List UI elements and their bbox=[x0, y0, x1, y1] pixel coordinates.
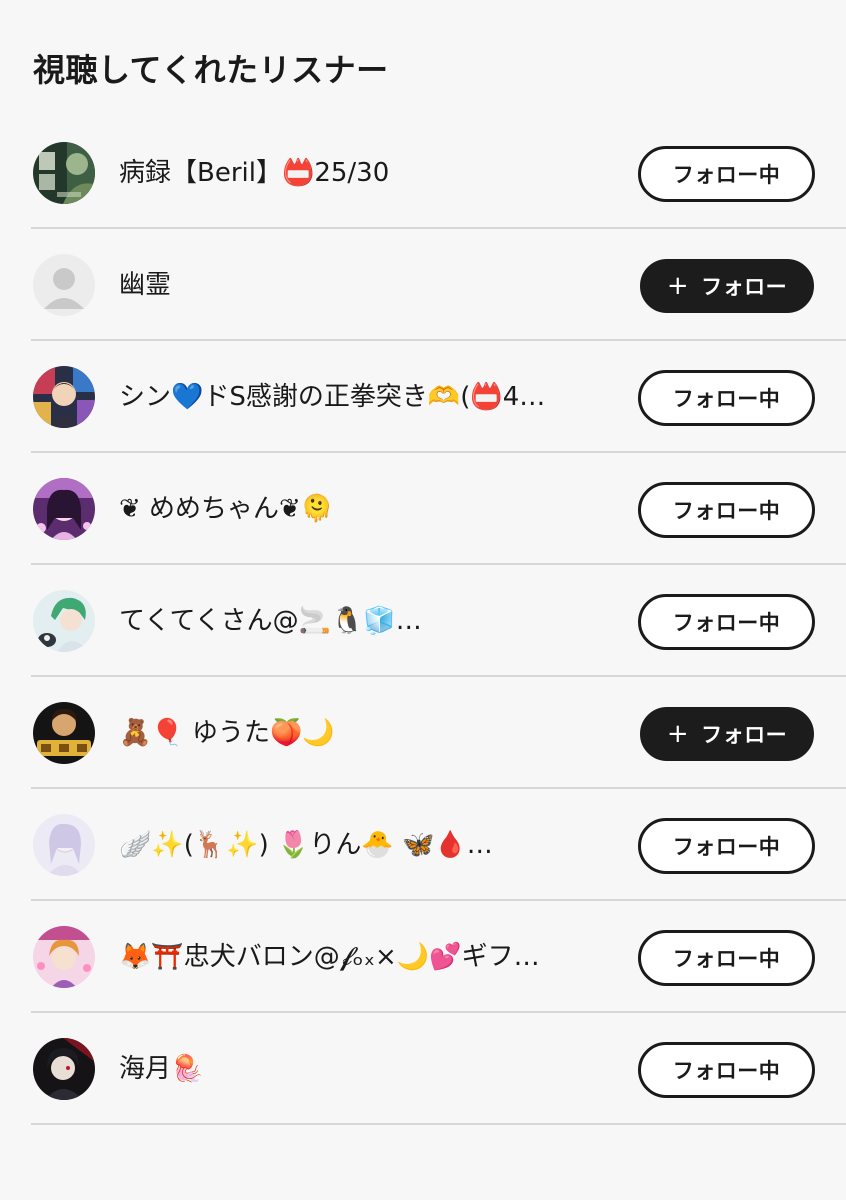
listener-name[interactable]: シン💙ドS感謝の正拳突き🫶(📛4… bbox=[119, 377, 594, 417]
listener-name[interactable]: 病録【Beril】📛25/30 bbox=[119, 153, 594, 193]
following-button-label: フォロー中 bbox=[672, 835, 781, 859]
listener-row[interactable]: 海月🪼 フォロー中 bbox=[31, 1013, 846, 1125]
following-button[interactable]: フォロー中 bbox=[638, 370, 815, 426]
listener-row[interactable]: ❦ めめちゃん❦🫠 フォロー中 bbox=[31, 453, 846, 565]
following-button[interactable]: フォロー中 bbox=[638, 930, 815, 986]
avatar[interactable] bbox=[33, 478, 95, 540]
follow-button[interactable]: + フォロー bbox=[640, 707, 814, 761]
plus-icon: + bbox=[666, 719, 690, 749]
default-person-icon bbox=[33, 254, 95, 316]
following-button-label: フォロー中 bbox=[672, 611, 781, 635]
following-button[interactable]: フォロー中 bbox=[638, 1042, 815, 1098]
avatar[interactable] bbox=[33, 590, 95, 652]
avatar[interactable] bbox=[33, 254, 95, 316]
listener-row[interactable]: てくてくさん@🚬🐧🧊… フォロー中 bbox=[31, 565, 846, 677]
page-title: 視聴してくれたリスナー bbox=[33, 51, 389, 89]
following-button[interactable]: フォロー中 bbox=[638, 594, 815, 650]
following-button[interactable]: フォロー中 bbox=[638, 146, 815, 202]
following-button-label: フォロー中 bbox=[672, 163, 781, 187]
avatar[interactable] bbox=[33, 1038, 95, 1100]
listener-list-screen: 視聴してくれたリスナー 病録【Beril】📛25/30 フォロー中 幽霊 + フ… bbox=[0, 0, 846, 1200]
listener-name[interactable]: てくてくさん@🚬🐧🧊… bbox=[119, 601, 594, 641]
listener-name[interactable]: 海月🪼 bbox=[119, 1049, 594, 1089]
following-button-label: フォロー中 bbox=[672, 1059, 781, 1083]
avatar[interactable] bbox=[33, 926, 95, 988]
avatar[interactable] bbox=[33, 814, 95, 876]
listener-name[interactable]: ❦ めめちゃん❦🫠 bbox=[119, 489, 594, 529]
follow-button-label: フォロー bbox=[701, 723, 788, 747]
listener-row[interactable]: シン💙ドS感謝の正拳突き🫶(📛4… フォロー中 bbox=[31, 341, 846, 453]
listener-row[interactable]: 🦊⛩️忠犬バロン@𝓯ₒₓ×🌙💕ギフ… フォロー中 bbox=[31, 901, 846, 1013]
following-button[interactable]: フォロー中 bbox=[638, 818, 815, 874]
following-button-label: フォロー中 bbox=[672, 947, 781, 971]
avatar[interactable] bbox=[33, 142, 95, 204]
listener-row[interactable]: 病録【Beril】📛25/30 フォロー中 bbox=[31, 117, 846, 229]
listener-row[interactable]: 🪽✨(🦌✨) 🌷りん🐣 🦋🩸… フォロー中 bbox=[31, 789, 846, 901]
listener-name[interactable]: 🪽✨(🦌✨) 🌷りん🐣 🦋🩸… bbox=[119, 825, 594, 865]
following-button-label: フォロー中 bbox=[672, 499, 781, 523]
listener-name[interactable]: 幽霊 bbox=[119, 265, 594, 305]
listener-name[interactable]: 🧸🎈 ゆうた🍑🌙 bbox=[119, 713, 594, 753]
listener-list: 病録【Beril】📛25/30 フォロー中 幽霊 + フォロー シン💙ドS感謝の… bbox=[31, 117, 846, 1125]
listener-row[interactable]: 幽霊 + フォロー bbox=[31, 229, 846, 341]
follow-button-label: フォロー bbox=[701, 275, 788, 299]
following-button-label: フォロー中 bbox=[672, 387, 781, 411]
following-button[interactable]: フォロー中 bbox=[638, 482, 815, 538]
follow-button[interactable]: + フォロー bbox=[640, 259, 814, 313]
listener-name[interactable]: 🦊⛩️忠犬バロン@𝓯ₒₓ×🌙💕ギフ… bbox=[119, 937, 594, 977]
avatar[interactable] bbox=[33, 702, 95, 764]
avatar[interactable] bbox=[33, 366, 95, 428]
plus-icon: + bbox=[666, 271, 690, 301]
listener-row[interactable]: 🧸🎈 ゆうた🍑🌙 + フォロー bbox=[31, 677, 846, 789]
